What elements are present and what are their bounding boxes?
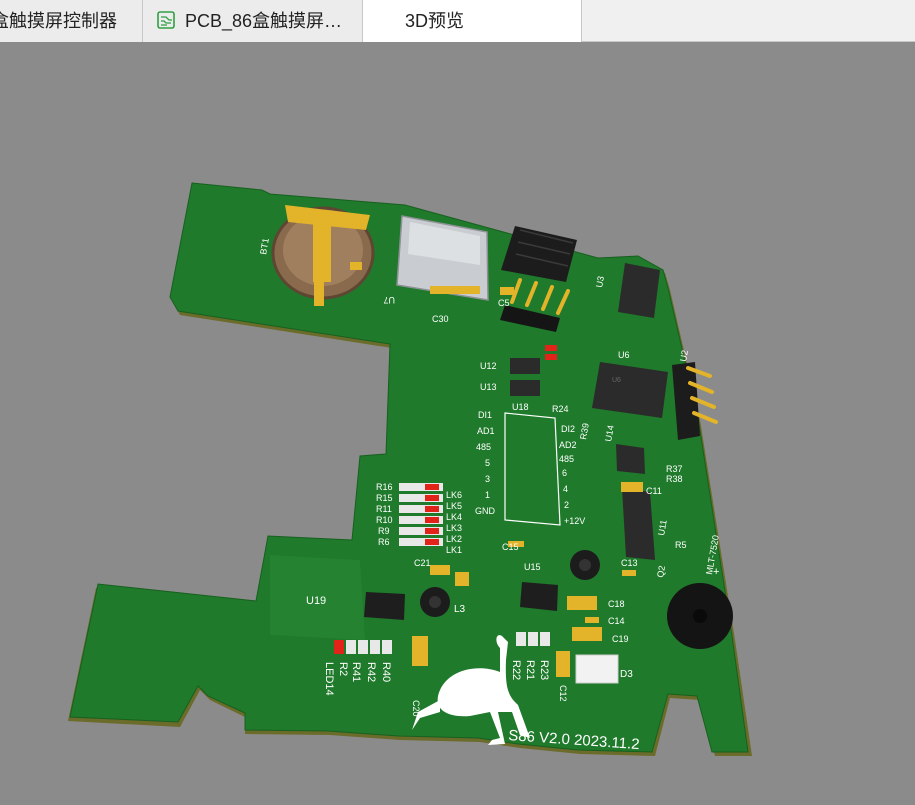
svg-text:U12: U12 bbox=[480, 361, 497, 371]
3d-viewport[interactable]: BT1 U7 U2 U6 U6 U3 U11 U14 U12 U13 U15 U… bbox=[0, 42, 915, 800]
svg-text:U2: U2 bbox=[678, 349, 690, 362]
svg-text:C14: C14 bbox=[608, 616, 625, 626]
svg-text:R9: R9 bbox=[378, 526, 390, 536]
tab-label: 3D预览 bbox=[405, 11, 465, 31]
svg-text:6: 6 bbox=[562, 468, 567, 478]
tab-3d-preview[interactable]: 3D预览 bbox=[363, 0, 582, 42]
document-tab-bar: 盒触摸屏控制器 PCB_86盒触摸屏… 3D预览 bbox=[0, 0, 915, 42]
svg-text:LK3: LK3 bbox=[446, 523, 462, 533]
pcb-3d-render: BT1 U7 U2 U6 U6 U3 U11 U14 U12 U13 U15 U… bbox=[68, 182, 752, 756]
svg-text:R10: R10 bbox=[376, 515, 393, 525]
svg-text:5: 5 bbox=[485, 458, 490, 468]
svg-text:R6: R6 bbox=[378, 537, 390, 547]
tab-label: 盒触摸屏控制器 bbox=[0, 11, 117, 31]
svg-text:485: 485 bbox=[476, 442, 491, 452]
svg-text:R38: R38 bbox=[666, 474, 683, 484]
svg-text:C18: C18 bbox=[608, 599, 625, 609]
svg-text:D3: D3 bbox=[620, 669, 633, 680]
svg-text:GND: GND bbox=[475, 506, 496, 516]
svg-text:LK6: LK6 bbox=[446, 490, 462, 500]
svg-text:R21: R21 bbox=[524, 660, 536, 680]
svg-text:485: 485 bbox=[559, 454, 574, 464]
svg-text:R41: R41 bbox=[350, 662, 362, 682]
svg-text:C12: C12 bbox=[558, 685, 568, 702]
svg-text:C13: C13 bbox=[621, 558, 638, 568]
svg-text:R2: R2 bbox=[337, 662, 349, 676]
svg-text:1: 1 bbox=[485, 490, 490, 500]
svg-text:U15: U15 bbox=[524, 562, 541, 572]
svg-text:LED14: LED14 bbox=[323, 662, 335, 696]
svg-text:U13: U13 bbox=[480, 382, 497, 392]
svg-text:R15: R15 bbox=[376, 493, 393, 503]
svg-text:LK5: LK5 bbox=[446, 501, 462, 511]
svg-text:R23: R23 bbox=[538, 660, 550, 680]
svg-text:4: 4 bbox=[563, 484, 568, 494]
svg-text:R42: R42 bbox=[365, 662, 377, 682]
inductor-33uh bbox=[570, 550, 600, 580]
tab-schematic[interactable]: 盒触摸屏控制器 bbox=[0, 0, 143, 42]
svg-text:C21: C21 bbox=[414, 558, 431, 568]
pcb-document-icon bbox=[157, 11, 175, 29]
svg-text:R37: R37 bbox=[666, 464, 683, 474]
svg-text:DI2: DI2 bbox=[561, 424, 575, 434]
svg-text:+12V: +12V bbox=[564, 516, 585, 526]
svg-text:U7: U7 bbox=[383, 295, 395, 305]
svg-text:L3: L3 bbox=[454, 604, 466, 615]
svg-text:U18: U18 bbox=[512, 402, 529, 412]
svg-text:AD2: AD2 bbox=[559, 440, 577, 450]
svg-text:Q2: Q2 bbox=[655, 565, 667, 579]
svg-text:C19: C19 bbox=[612, 634, 629, 644]
svg-text:AD1: AD1 bbox=[477, 426, 495, 436]
svg-text:R16: R16 bbox=[376, 482, 393, 492]
svg-text:R5: R5 bbox=[675, 540, 687, 550]
svg-text:3: 3 bbox=[485, 474, 490, 484]
svg-text:C30: C30 bbox=[432, 314, 449, 324]
tab-pcb[interactable]: PCB_86盒触摸屏… bbox=[143, 0, 363, 42]
svg-text:DI1: DI1 bbox=[478, 410, 492, 420]
svg-text:U6: U6 bbox=[612, 377, 621, 384]
svg-text:R22: R22 bbox=[510, 660, 522, 680]
svg-text:2: 2 bbox=[564, 500, 569, 510]
tab-label: PCB_86盒触摸屏… bbox=[185, 11, 343, 31]
svg-text:LK4: LK4 bbox=[446, 512, 462, 522]
svg-text:C15: C15 bbox=[502, 542, 519, 552]
svg-text:R40: R40 bbox=[380, 662, 392, 682]
svg-text:R24: R24 bbox=[552, 404, 569, 414]
svg-text:U3: U3 bbox=[594, 275, 606, 288]
svg-text:C5: C5 bbox=[498, 298, 510, 308]
svg-text:LK2: LK2 bbox=[446, 534, 462, 544]
svg-text:R11: R11 bbox=[376, 504, 392, 514]
svg-text:C11: C11 bbox=[646, 486, 662, 496]
svg-text:U19: U19 bbox=[306, 595, 326, 607]
svg-text:U6: U6 bbox=[618, 350, 630, 360]
svg-text:LK1: LK1 bbox=[446, 545, 462, 555]
